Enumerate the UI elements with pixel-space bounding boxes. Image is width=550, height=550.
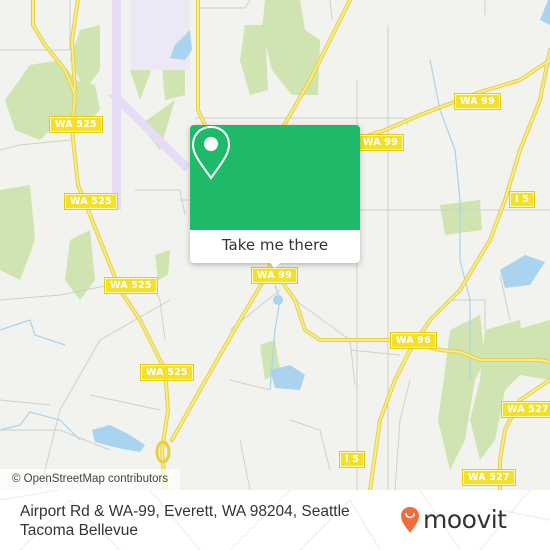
road-label-wa-96: WA 96	[390, 332, 437, 349]
address-text: Airport Rd & WA-99, Everett, WA 98204, S…	[20, 503, 350, 539]
road-label-wa-99: WA 99	[357, 134, 404, 151]
road-label-wa-525: WA 525	[64, 193, 118, 210]
road-label-wa-525: WA 525	[140, 364, 194, 381]
road-label-wa-99: WA 99	[251, 267, 298, 284]
popup-pointer	[268, 261, 282, 268]
location-pin-icon	[191, 125, 231, 180]
airport-runways	[108, 0, 190, 210]
road-label-i-5: I 5	[338, 451, 366, 468]
popup-header	[190, 125, 360, 230]
location-popup: Take me there	[190, 125, 360, 268]
road-label-wa-525: WA 525	[104, 277, 158, 294]
road-label-wa-527: WA 527	[501, 401, 550, 418]
moovit-logo[interactable]: moovit	[400, 506, 507, 534]
road-label-wa-525: WA 525	[49, 116, 103, 133]
footer: Airport Rd & WA-99, Everett, WA 98204, S…	[0, 490, 550, 550]
map-view[interactable]: WA 525 WA 525 WA 525 WA 525 WA 99 WA 99 …	[0, 0, 550, 490]
map-attribution[interactable]: © OpenStreetMap contributors	[0, 469, 181, 490]
road-label-wa-527: WA 527	[462, 469, 516, 486]
road-label-wa-99: WA 99	[454, 93, 501, 110]
moovit-logo-text: moovit	[423, 505, 507, 534]
take-me-there-button[interactable]: Take me there	[190, 230, 360, 263]
moovit-pin-icon	[401, 507, 419, 533]
road-label-i-5: I 5	[508, 191, 536, 208]
